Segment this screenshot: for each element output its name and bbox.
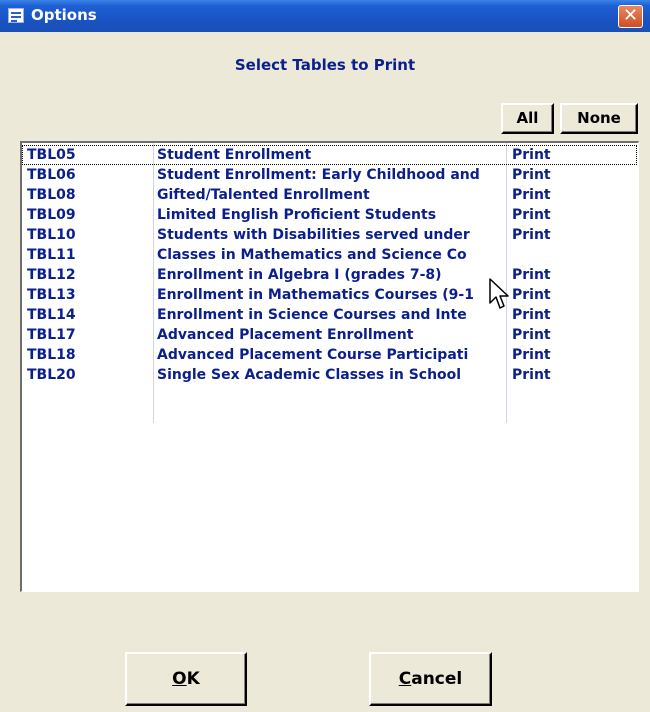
print-status: Print: [512, 167, 551, 183]
print-status: Print: [512, 207, 551, 223]
table-name: Advanced Placement Enrollment: [157, 327, 414, 343]
table-name: Limited English Proficient Students: [157, 207, 437, 223]
table-row[interactable]: TBL05 Student Enrollment Print: [22, 145, 637, 165]
table-id: TBL12: [27, 267, 76, 283]
table-row[interactable]: TBL10 Students with Disabilities served u…: [22, 225, 637, 245]
print-status: Print: [512, 347, 551, 363]
table-list[interactable]: TBL05 Student Enrollment Print TBL06 Student…: [20, 141, 639, 592]
table-row[interactable]: TBL08 Gifted/Talented Enrollment Print: [22, 185, 637, 205]
table-id: TBL09: [27, 207, 76, 223]
table-id: TBL05: [27, 147, 76, 163]
print-status: Print: [512, 367, 551, 383]
table-id: TBL18: [27, 347, 76, 363]
table-id: TBL06: [27, 167, 76, 183]
print-status: Print: [512, 147, 551, 163]
select-all-label: All: [516, 109, 539, 127]
print-status: Print: [512, 327, 551, 343]
print-status: Print: [512, 187, 551, 203]
print-status: Print: [512, 267, 551, 283]
table-row[interactable]: TBL06 Student Enrollment: Early Childhood…: [22, 165, 637, 185]
table-id: TBL10: [27, 227, 76, 243]
table-name: Classes in Mathematics and Science Co: [157, 247, 467, 263]
print-status: [512, 245, 632, 265]
table-name: Single Sex Academic Classes in School: [157, 367, 462, 383]
ok-button[interactable]: OK: [125, 652, 247, 706]
table-name: Advanced Placement Course Participati: [157, 347, 469, 363]
print-status: Print: [512, 227, 551, 243]
table-name: Gifted/Talented Enrollment: [157, 187, 370, 203]
cancel-label: Cancel: [398, 669, 463, 689]
window-title: Options: [31, 6, 97, 24]
mouse-pointer-icon: [489, 278, 509, 309]
table-row[interactable]: TBL12 Enrollment in Algebra I (grades 7-8…: [22, 265, 637, 285]
print-status: Print: [512, 287, 551, 303]
close-x-icon: ✕: [622, 5, 639, 26]
table-id: TBL20: [27, 367, 76, 383]
table-name: Enrollment in Mathematics Courses (9-1: [157, 287, 474, 303]
close-button[interactable]: ✕: [618, 5, 643, 28]
table-id: TBL11: [27, 247, 76, 263]
table-name: Students with Disabilities served under: [157, 227, 470, 243]
select-none-label: None: [577, 109, 621, 127]
ok-label: OK: [172, 669, 200, 689]
table-row[interactable]: TBL09 Limited English Proficient Students…: [22, 205, 637, 225]
table-id: TBL08: [27, 187, 76, 203]
select-none-button[interactable]: None: [560, 103, 638, 134]
table-name: Enrollment in Science Courses and Inte: [157, 307, 467, 323]
form-icon: [8, 8, 24, 23]
table-id: TBL14: [27, 307, 76, 323]
table-row[interactable]: TBL13 Enrollment in Mathematics Courses (…: [22, 285, 637, 305]
cancel-button[interactable]: Cancel: [369, 652, 492, 706]
dialog-heading: Select Tables to Print: [234, 56, 416, 74]
table-name: Enrollment in Algebra I (grades 7-8): [157, 267, 442, 283]
select-all-button[interactable]: All: [501, 103, 554, 134]
print-status: Print: [512, 307, 551, 323]
options-dialog: Options ✕ Select Tables to Print All Non…: [0, 0, 650, 712]
table-name: Student Enrollment: Early Childhood and: [157, 167, 480, 183]
table-row[interactable]: TBL20 Single Sex Academic Classes in Scho…: [22, 365, 637, 385]
table-id: TBL17: [27, 327, 76, 343]
title-bar[interactable]: Options ✕: [0, 0, 650, 32]
table-row[interactable]: TBL11 Classes in Mathematics and Science …: [22, 245, 637, 265]
table-name: Student Enrollment: [157, 147, 312, 163]
table-row[interactable]: TBL18 Advanced Placement Course Participa…: [22, 345, 637, 365]
table-row[interactable]: TBL14 Enrollment in Science Courses and I…: [22, 305, 637, 325]
table-id: TBL13: [27, 287, 76, 303]
table-row[interactable]: TBL17 Advanced Placement Enrollment Print: [22, 325, 637, 345]
